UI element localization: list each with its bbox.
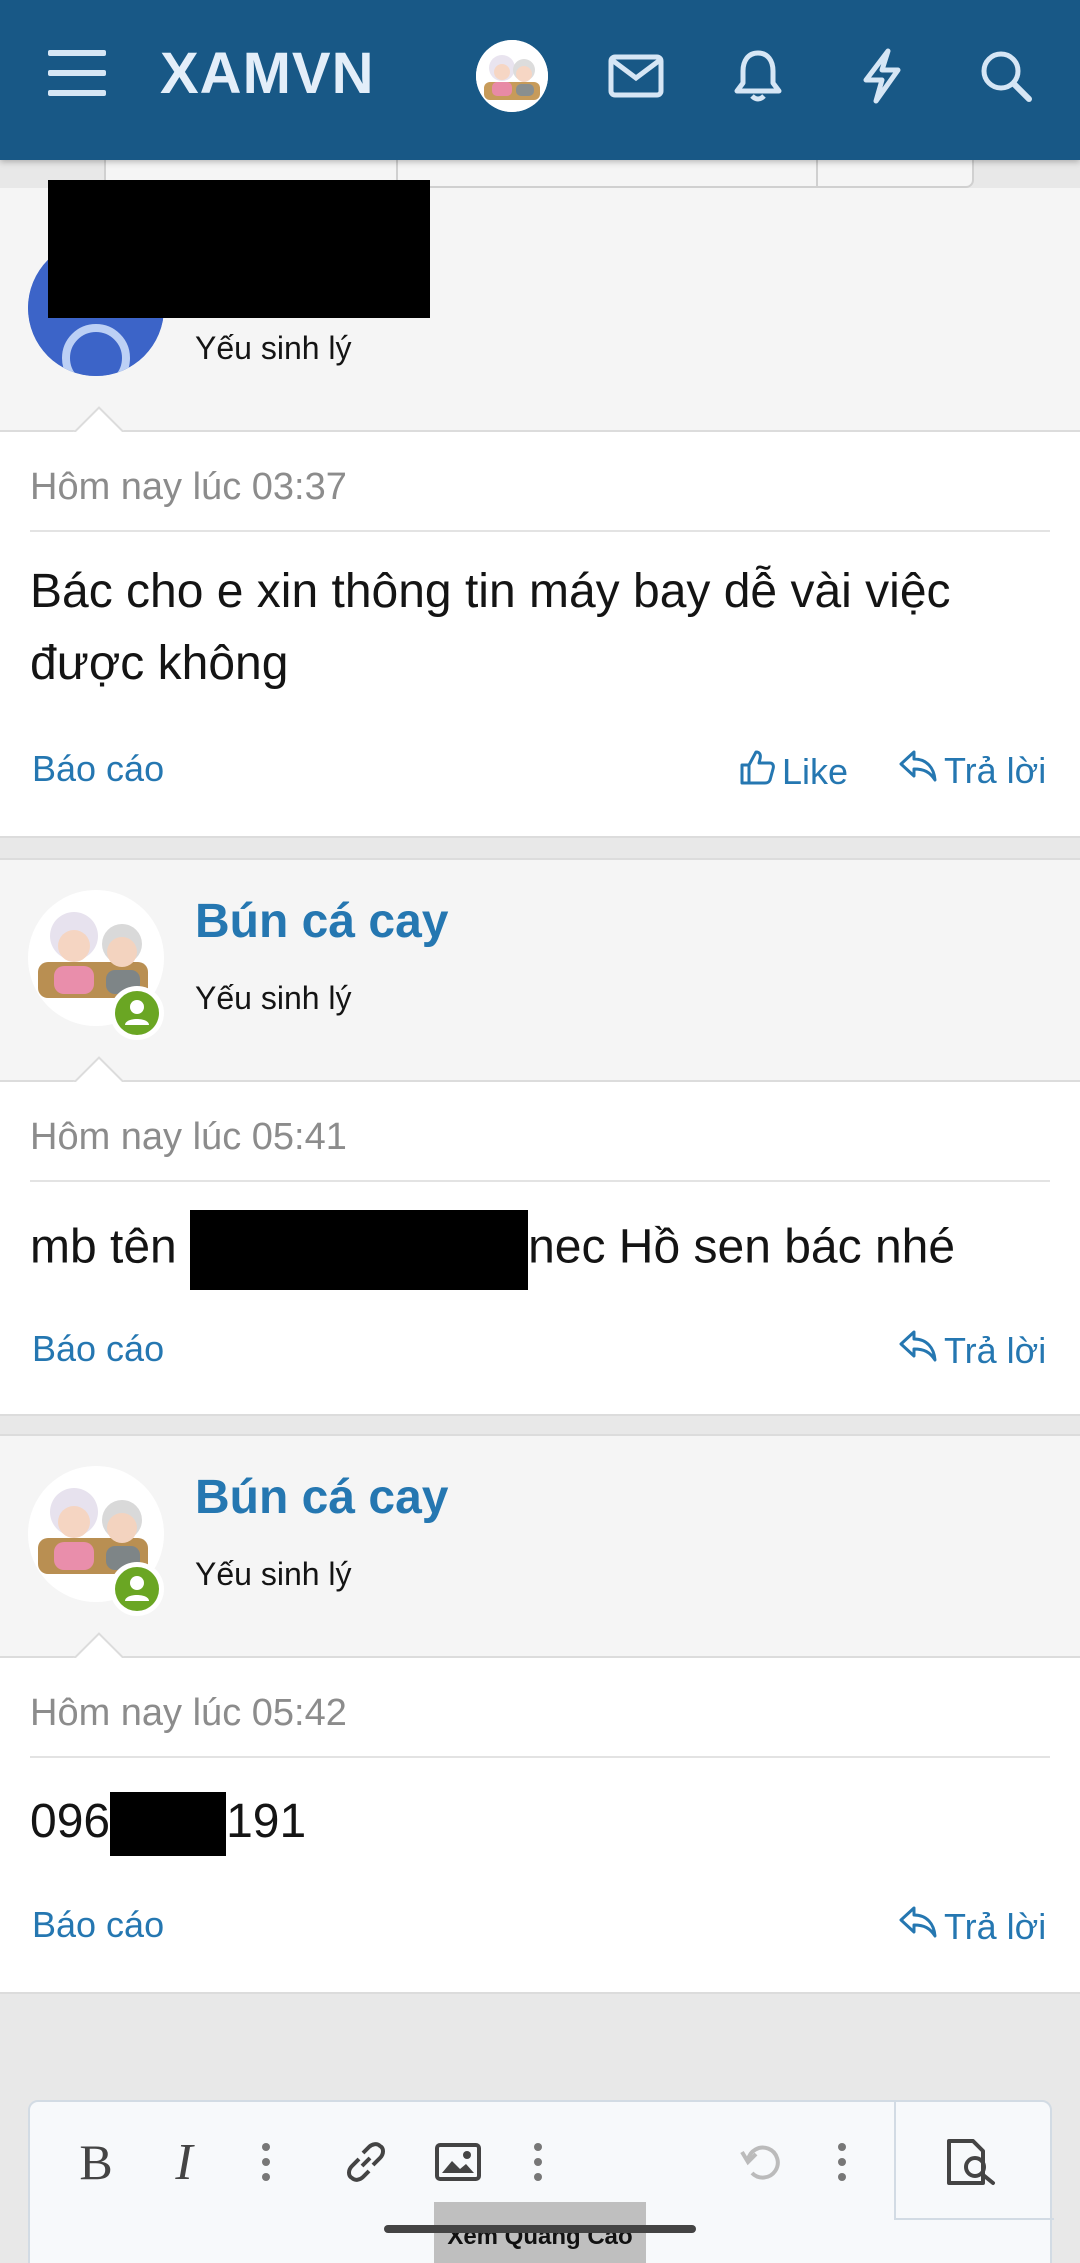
user-title: Yếu sinh lý <box>195 330 352 366</box>
reply-icon <box>898 1904 938 1949</box>
lightning-icon[interactable] <box>844 38 920 114</box>
post-user-header: Bún cá cay Yếu sinh lý <box>0 1436 1080 1658</box>
post-user-header: Yếu sinh lý <box>0 180 1080 432</box>
more-icon[interactable] <box>508 2132 568 2192</box>
post-timestamp[interactable]: Hôm nay lúc 05:42 <box>30 1692 347 1735</box>
home-indicator[interactable] <box>384 2225 696 2233</box>
username[interactable]: Bún cá cay <box>195 894 448 949</box>
undo-icon[interactable] <box>732 2132 792 2192</box>
post-arrow <box>72 406 124 432</box>
like-button[interactable]: Like <box>738 748 848 795</box>
redacted-text <box>190 1210 529 1290</box>
message-text: nec Hồ sen bác nhé <box>528 1220 956 1274</box>
username[interactable]: Bún cá cay <box>195 1470 448 1525</box>
link-icon[interactable] <box>336 2132 396 2192</box>
reply-label: Trả lời <box>944 1329 1047 1371</box>
report-link[interactable]: Báo cáo <box>32 748 164 790</box>
message-text: 096 <box>30 1795 111 1848</box>
post-timestamp[interactable]: Hôm nay lúc 05:41 <box>30 1116 347 1159</box>
redacted-username <box>48 180 430 318</box>
redacted-text <box>110 1792 227 1857</box>
more-icon[interactable] <box>812 2132 872 2192</box>
report-link[interactable]: Báo cáo <box>32 1328 164 1370</box>
divider <box>30 530 1050 532</box>
report-link[interactable]: Báo cáo <box>32 1904 164 1946</box>
post-user-header: Bún cá cay Yếu sinh lý <box>0 860 1080 1082</box>
reply-label: Trả lời <box>944 749 1047 791</box>
message-text: 191 <box>226 1795 307 1848</box>
divider <box>30 1756 1050 1758</box>
divider <box>894 2218 1054 2220</box>
post-arrow <box>72 1056 124 1082</box>
online-status-icon <box>110 1562 164 1616</box>
reply-button[interactable]: Trả lời <box>898 1904 1046 1949</box>
top-navigation-bar: XAMVN <box>0 0 1080 160</box>
italic-icon[interactable]: I <box>154 2132 214 2192</box>
user-title: Yếu sinh lý <box>195 1556 352 1592</box>
account-avatar[interactable] <box>476 40 548 112</box>
reply-label: Trả lời <box>944 1905 1047 1947</box>
reply-icon <box>898 1328 938 1373</box>
mail-icon[interactable] <box>598 38 674 114</box>
site-logo[interactable]: XAMVN <box>160 40 374 107</box>
user-title: Yếu sinh lý <box>195 980 352 1016</box>
divider <box>0 1992 1080 1994</box>
divider <box>0 836 1080 838</box>
bell-icon[interactable] <box>720 38 796 114</box>
post-message: mb tên nec Hồ sen bác nhé <box>30 1210 1050 1290</box>
divider <box>30 1180 1050 1182</box>
divider <box>0 1414 1080 1416</box>
divider <box>894 2102 896 2220</box>
like-label: Like <box>782 750 849 792</box>
thumbs-up-icon <box>738 748 776 795</box>
post-message: 096 191 <box>30 1786 1050 1858</box>
post-message: Bác cho e xin thông tin máy bay dễ vài v… <box>30 565 951 690</box>
bold-icon[interactable]: B <box>66 2132 126 2192</box>
post-body: Hôm nay lúc 05:42 096 191 Báo cáo Trả lời <box>0 1658 1080 1992</box>
post-body: Hôm nay lúc 03:37 Bác cho e xin thông ti… <box>0 432 1080 836</box>
reply-button[interactable]: Trả lời <box>898 1328 1046 1373</box>
online-status-icon <box>110 986 164 1040</box>
page: XAMVN Yếu sinh lý Hôm nay lúc 03:37 Bác … <box>0 0 1080 2263</box>
message-text: mb tên <box>30 1220 191 1274</box>
preview-icon[interactable] <box>942 2132 1002 2192</box>
reply-button[interactable]: Trả lời <box>898 748 1046 793</box>
search-icon[interactable] <box>968 38 1044 114</box>
post-arrow <box>72 1632 124 1658</box>
post-body: Hôm nay lúc 05:41 mb tên nec Hồ sen bác … <box>0 1082 1080 1416</box>
image-icon[interactable] <box>428 2132 488 2192</box>
menu-icon[interactable] <box>46 46 110 102</box>
more-icon[interactable] <box>236 2132 296 2192</box>
reply-icon <box>898 748 938 793</box>
post-timestamp[interactable]: Hôm nay lúc 03:37 <box>30 466 347 509</box>
